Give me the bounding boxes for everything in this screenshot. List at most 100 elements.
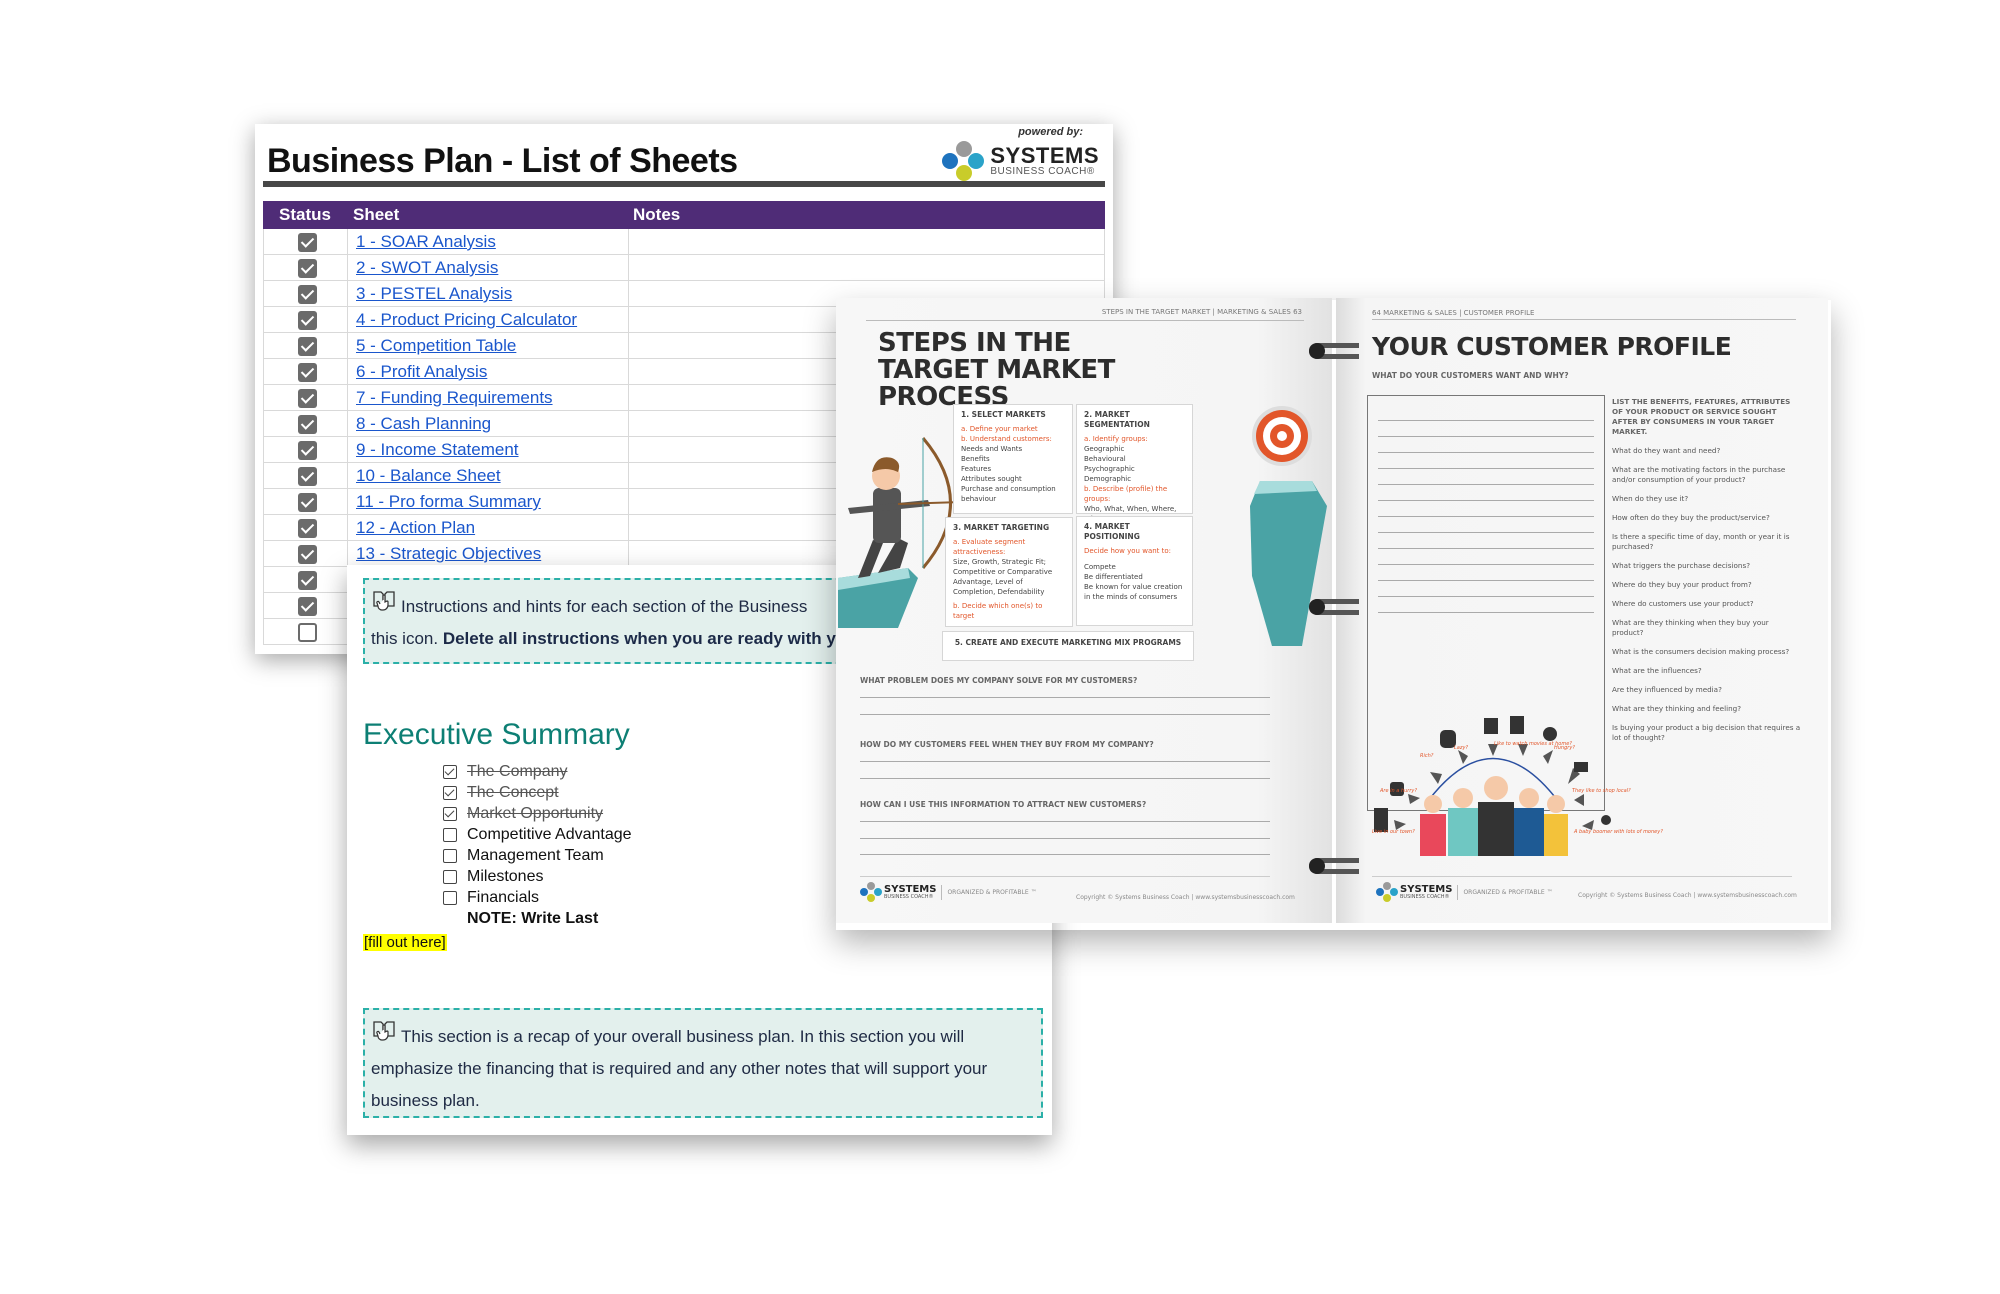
status-checkbox[interactable] (298, 545, 317, 564)
status-checkbox[interactable] (298, 623, 317, 642)
footer-logo: SYSTEMS BUSINESS COACH® ORGANIZED & PROFI… (1376, 882, 1553, 902)
persona-label: A baby boomer with lots of money? (1574, 829, 1663, 835)
persona-label: Hungry? (1554, 745, 1575, 751)
binder-ring-icon (1309, 599, 1359, 615)
status-checkbox[interactable] (298, 415, 317, 434)
checklist-checkbox[interactable] (443, 785, 457, 800)
status-checkbox[interactable] (298, 337, 317, 356)
profile-question: What is the consumers decision making pr… (1612, 647, 1790, 656)
checklist-checkbox[interactable] (443, 869, 457, 884)
status-cell (264, 437, 348, 462)
notes-cell[interactable] (629, 229, 1105, 254)
footer-rule (860, 876, 1270, 877)
persona-label: Live in our town? (1372, 829, 1415, 835)
status-cell (264, 593, 348, 618)
sheet-link[interactable]: 12 - Action Plan (356, 518, 475, 538)
step-3-b: b. Decide which one(s) to target (953, 602, 1043, 620)
status-checkbox[interactable] (298, 493, 317, 512)
step-2-item: Behavioural (1084, 455, 1126, 463)
sheet-link[interactable]: 1 - SOAR Analysis (356, 232, 496, 252)
status-checkbox[interactable] (298, 285, 317, 304)
step-3-heading: 3. MARKET TARGETING (953, 523, 1050, 532)
status-checkbox[interactable] (298, 571, 317, 590)
sheet-cell: 8 - Cash Planning (348, 411, 629, 436)
answer-line (1378, 516, 1594, 517)
status-checkbox[interactable] (298, 519, 317, 538)
profile-question: What are the influences? (1612, 666, 1702, 675)
logo-name: SYSTEMS (990, 143, 1099, 168)
hint-top-bold: Delete all instructions when you are rea… (442, 629, 847, 648)
answer-line (860, 838, 1270, 839)
status-checkbox[interactable] (298, 311, 317, 330)
status-checkbox[interactable] (298, 597, 317, 616)
checklist-label: Financials (467, 888, 540, 906)
checklist-checkbox[interactable] (443, 764, 457, 779)
sheet-link[interactable]: 11 - Pro forma Summary (356, 492, 541, 512)
sheet-link[interactable]: 8 - Cash Planning (356, 414, 491, 434)
checklist-checkbox[interactable] (443, 890, 457, 905)
profile-question: Is there a specific time of day, month o… (1612, 532, 1790, 551)
status-checkbox[interactable] (298, 467, 317, 486)
page-subtitle: WHAT DO YOUR CUSTOMERS WANT AND WHY? (1372, 371, 1569, 380)
logo-mark-icon (1376, 882, 1398, 902)
profile-question: What do they want and need? (1612, 446, 1721, 455)
answer-line (860, 697, 1270, 698)
status-cell (264, 255, 348, 280)
step-3-a: a. Evaluate segment attractiveness: (953, 538, 1026, 556)
checklist-checkbox[interactable] (443, 806, 457, 821)
status-checkbox[interactable] (298, 389, 317, 408)
answer-line (1378, 420, 1594, 421)
checklist-checkbox[interactable] (443, 848, 457, 863)
hand-book-icon (373, 591, 395, 611)
checklist-item: The Concept (443, 782, 632, 803)
footer-tagline: ORGANIZED & PROFITABLE ™ (1463, 888, 1553, 896)
systems-business-coach-logo: SYSTEMS BUSINESS COACH® (942, 141, 1099, 181)
answer-line (1378, 580, 1594, 581)
sheet-link[interactable]: 4 - Product Pricing Calculator (356, 310, 577, 330)
status-checkbox[interactable] (298, 259, 317, 278)
answer-line (860, 821, 1270, 822)
status-cell (264, 307, 348, 332)
profile-question-list: LIST THE BENEFITS, FEATURES, ATTRIBUTES … (1612, 397, 1802, 752)
profile-question: Where do customers use your product? (1612, 599, 1754, 608)
hint-top-text: Instructions and hints for each section … (401, 597, 808, 616)
checklist-checkbox[interactable] (443, 827, 457, 842)
fill-out-here-placeholder[interactable]: [fill out here] (363, 934, 447, 951)
footer-copyright: Copyright © Systems Business Coach | www… (1076, 894, 1295, 901)
persona-infographic (1374, 716, 1611, 856)
answer-line (1378, 452, 1594, 453)
status-checkbox[interactable] (298, 233, 317, 252)
sheet-link[interactable]: 13 - Strategic Objectives (356, 544, 541, 564)
question-problem-solved: WHAT PROBLEM DOES MY COMPANY SOLVE FOR M… (860, 676, 1138, 685)
answer-line (860, 778, 1270, 779)
checklist-item: The Company (443, 761, 632, 782)
status-checkbox[interactable] (298, 363, 317, 382)
answer-line (1378, 468, 1594, 469)
sheet-link[interactable]: 10 - Balance Sheet (356, 466, 501, 486)
sheet-link[interactable]: 6 - Profit Analysis (356, 362, 487, 382)
table-row: 2 - SWOT Analysis (263, 255, 1105, 281)
title-line-1: STEPS IN THE (878, 328, 1071, 358)
step-4-heading: 4. MARKET POSITIONING (1084, 522, 1140, 541)
sheet-link[interactable]: 9 - Income Statement (356, 440, 519, 460)
checklist-label: Market Opportunity (467, 804, 604, 822)
running-head-rule (1372, 319, 1796, 320)
list-heading: LIST THE BENEFITS, FEATURES, ATTRIBUTES … (1612, 397, 1791, 436)
sheet-link[interactable]: 3 - PESTEL Analysis (356, 284, 512, 304)
answer-line (1378, 548, 1594, 549)
recap-line-2: emphasize the financing that is required… (371, 1059, 988, 1078)
sheet-link[interactable]: 7 - Funding Requirements (356, 388, 553, 408)
status-cell (264, 541, 348, 566)
step-box-market-positioning: 4. MARKET POSITIONING Decide how you wan… (1076, 516, 1193, 626)
answer-line (1378, 436, 1594, 437)
sheet-link[interactable]: 2 - SWOT Analysis (356, 258, 498, 278)
status-checkbox[interactable] (298, 441, 317, 460)
column-header-status: Status (279, 205, 331, 224)
step-4-item: Be differentiated (1084, 573, 1143, 581)
profile-question: What are they thinking when they buy you… (1612, 618, 1769, 637)
logo-mark-icon (860, 882, 882, 902)
persona-label: Are in a hurry? (1380, 788, 1418, 794)
sheet-link[interactable]: 5 - Competition Table (356, 336, 516, 356)
step-1-item: Purchase and consumption behaviour (961, 485, 1056, 503)
notes-cell[interactable] (629, 255, 1105, 280)
